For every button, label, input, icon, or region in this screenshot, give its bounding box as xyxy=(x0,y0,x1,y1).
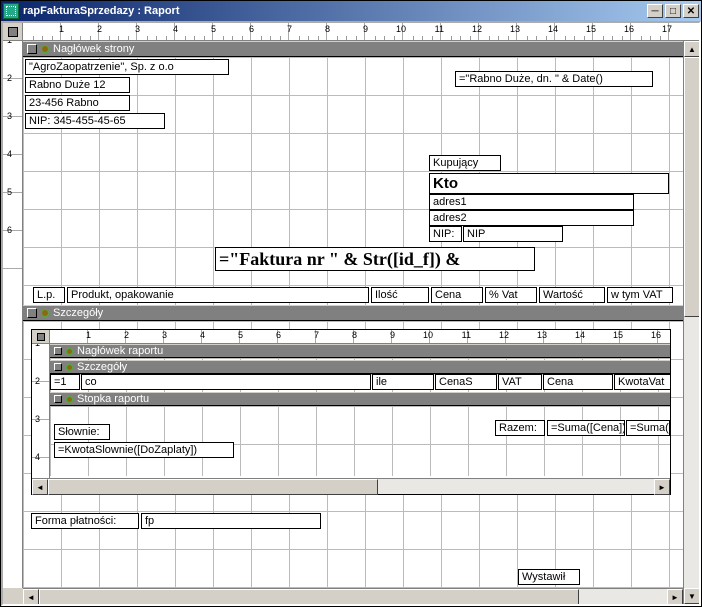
design-surface[interactable]: Nagłówek strony "AgroZaopatrzenie", Sp. … xyxy=(23,41,699,588)
sub-horizontal-ruler[interactable]: 12345678910111213141516 xyxy=(50,330,670,344)
date-expression-field[interactable]: ="Rabno Duże, dn. " & Date() xyxy=(455,71,653,87)
section-label: Stopka raportu xyxy=(77,393,149,405)
buyer-nip-field[interactable]: NIP xyxy=(463,226,563,242)
scroll-right-button[interactable]: ► xyxy=(667,589,683,605)
scroll-thumb[interactable] xyxy=(48,479,378,495)
window-title: rapFakturaSprzedazy : Raport xyxy=(23,5,647,17)
sub-vertical-ruler[interactable]: 1234 xyxy=(32,344,50,478)
sub-field-eq1[interactable]: =1 xyxy=(50,374,80,390)
sub-field-vat[interactable]: VAT xyxy=(498,374,542,390)
col-qty[interactable]: Ilość xyxy=(371,287,429,303)
report-icon xyxy=(3,3,19,19)
minimize-button[interactable]: ─ xyxy=(647,4,663,18)
section-bar-page-header[interactable]: Nagłówek strony xyxy=(23,41,699,57)
company-name-field[interactable]: "AgroZaopatrzenie", Sp. z o.o xyxy=(25,59,229,75)
report-design-window: rapFakturaSprzedazy : Raport ─ □ ✕ 12345… xyxy=(0,0,702,607)
buyer-addr2-field[interactable]: adres2 xyxy=(429,210,634,226)
buyer-label[interactable]: Kupujący xyxy=(429,155,501,171)
col-price[interactable]: Cena xyxy=(431,287,483,303)
section-label: Nagłówek raportu xyxy=(77,345,163,357)
sub-field-cenas[interactable]: CenaS xyxy=(435,374,497,390)
col-lp[interactable]: L.p. xyxy=(33,287,65,303)
section-icon xyxy=(66,364,73,371)
company-addr2-field[interactable]: 23-456 Rabno xyxy=(25,95,130,111)
page-header-section: Nagłówek strony "AgroZaopatrzenie", Sp. … xyxy=(23,41,699,305)
maximize-button[interactable]: □ xyxy=(665,4,681,18)
sub-field-co[interactable]: co xyxy=(81,374,371,390)
horizontal-scrollbar[interactable]: ◄ ► xyxy=(23,588,683,604)
col-vat[interactable]: % Vat xyxy=(485,287,537,303)
subreport[interactable]: 12345678910111213141516 1234 Nagłówek ra… xyxy=(31,329,671,495)
company-nip-field[interactable]: NIP: 345-455-45-65 xyxy=(25,113,165,129)
section-icon xyxy=(41,45,49,53)
sub-suma-cena[interactable]: =Suma([Cena]) xyxy=(547,420,625,436)
close-button[interactable]: ✕ xyxy=(683,4,699,18)
scroll-left-button[interactable]: ◄ xyxy=(32,479,48,495)
payment-label[interactable]: Forma płatności: xyxy=(31,513,139,529)
sub-field-kwotavat[interactable]: KwotaVat xyxy=(614,374,670,390)
sub-slownie-expr[interactable]: =KwotaSlownie([DoZaplaty]) xyxy=(54,442,234,458)
section-icon xyxy=(41,309,49,317)
section-icon xyxy=(66,396,73,403)
detail-section: Szczegóły 12345678910111213141516 1234 xyxy=(23,305,699,588)
col-vat-amount[interactable]: w tym VAT xyxy=(607,287,673,303)
sub-horizontal-scrollbar[interactable]: ◄ ► xyxy=(32,478,670,494)
vertical-scrollbar[interactable]: ▲ ▼ xyxy=(683,41,699,604)
section-label: Szczegóły xyxy=(77,361,127,373)
sub-section-bar-detail[interactable]: Szczegóły xyxy=(50,360,670,374)
company-addr1-field[interactable]: Rabno Duże 12 xyxy=(25,77,130,93)
buyer-name-field[interactable]: Kto xyxy=(429,173,669,194)
section-icon xyxy=(66,348,73,355)
scroll-up-button[interactable]: ▲ xyxy=(684,41,700,57)
section-label: Szczegóły xyxy=(53,307,103,319)
scroll-left-button[interactable]: ◄ xyxy=(23,589,39,605)
sub-slownie-label[interactable]: Słownie: xyxy=(54,424,110,440)
sub-ruler-corner[interactable] xyxy=(32,330,50,344)
scroll-thumb[interactable] xyxy=(39,589,579,605)
client-area: 1234567891011121314151617 123456 Nagłówe… xyxy=(1,21,701,606)
invoice-title-field[interactable]: ="Faktura nr " & Str([id_f]) & xyxy=(215,247,535,271)
section-bar-detail[interactable]: Szczegóły xyxy=(23,305,699,321)
payment-field[interactable]: fp xyxy=(141,513,321,529)
section-label: Nagłówek strony xyxy=(53,43,134,55)
scroll-down-button[interactable]: ▼ xyxy=(684,588,700,604)
buyer-nip-label[interactable]: NIP: xyxy=(429,226,462,242)
buyer-addr1-field[interactable]: adres1 xyxy=(429,194,634,210)
sub-section-bar-header[interactable]: Nagłówek raportu xyxy=(50,344,670,358)
titlebar[interactable]: rapFakturaSprzedazy : Raport ─ □ ✕ xyxy=(1,1,701,21)
ruler-corner[interactable] xyxy=(3,23,23,41)
col-value[interactable]: Wartość xyxy=(539,287,605,303)
scroll-thumb[interactable] xyxy=(684,57,700,317)
sub-design-surface[interactable]: Nagłówek raportu Szczegóły xyxy=(50,344,670,478)
sub-field-ile[interactable]: ile xyxy=(372,374,434,390)
vertical-ruler[interactable]: 123456 xyxy=(3,41,23,588)
sub-razem-label[interactable]: Razem: xyxy=(495,420,545,436)
sub-suma-kwota[interactable]: =Suma([Kwo xyxy=(626,420,670,436)
horizontal-ruler[interactable]: 1234567891011121314151617 xyxy=(23,23,699,41)
col-product[interactable]: Produkt, opakowanie xyxy=(67,287,369,303)
signer-label[interactable]: Wystawił xyxy=(518,569,580,585)
sub-field-cena[interactable]: Cena xyxy=(543,374,613,390)
scroll-right-button[interactable]: ► xyxy=(654,479,670,495)
sub-section-bar-footer[interactable]: Stopka raportu xyxy=(50,392,670,406)
